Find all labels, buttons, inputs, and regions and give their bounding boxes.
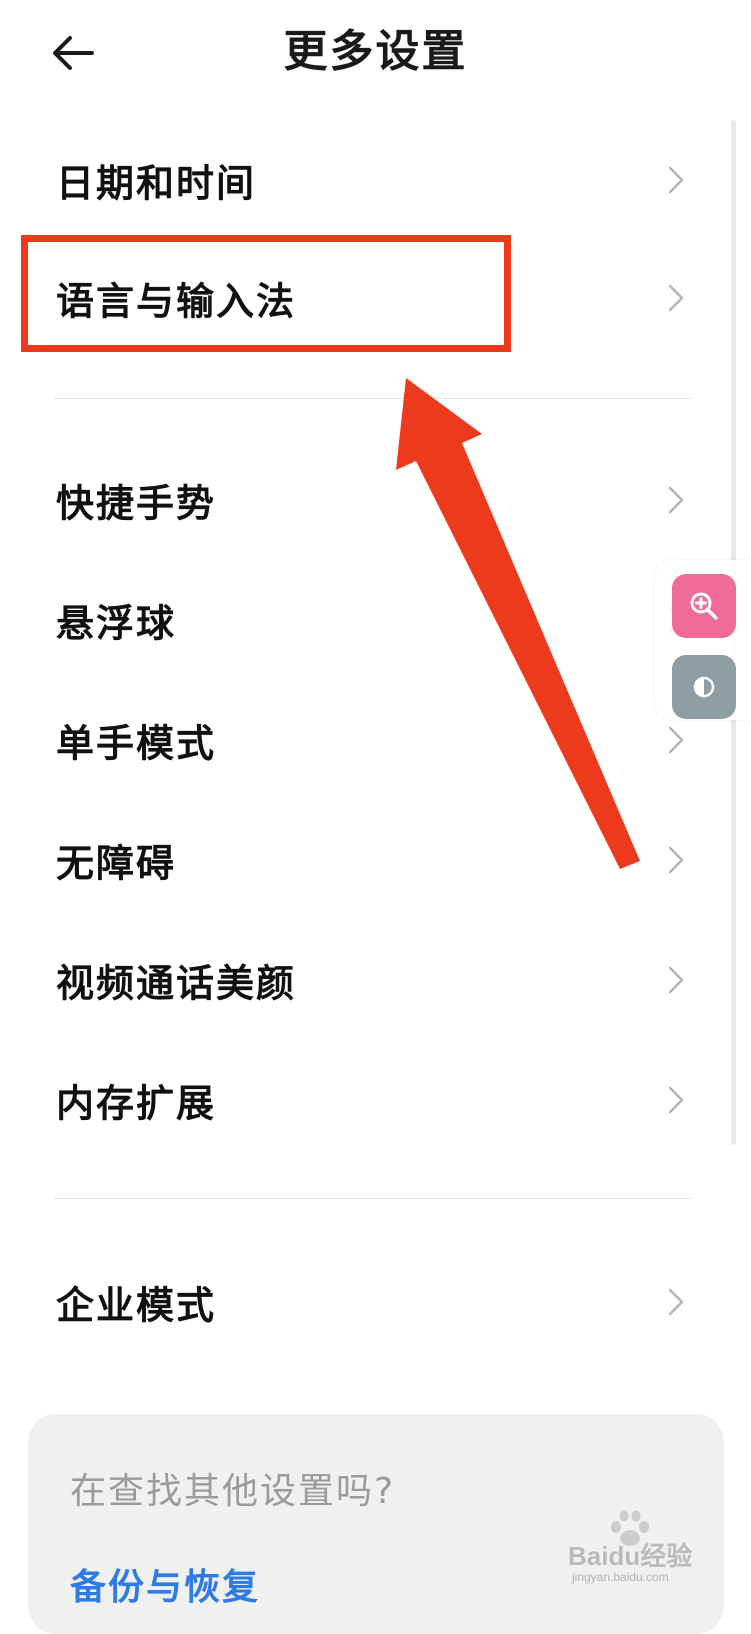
chevron-right-icon [668,846,684,874]
settings-item-label: 视频通话美颜 [56,961,297,1006]
chevron-right-icon [668,166,684,194]
settings-item-one-handed-mode[interactable]: 单手模式 [0,690,751,790]
settings-item-accessibility[interactable]: 无障碍 [0,810,751,910]
settings-item-label: 语言与输入法 [56,279,297,324]
chevron-right-icon [668,1288,684,1316]
settings-item-language-input[interactable]: 语言与输入法 [0,248,751,348]
contrast-icon [693,676,715,698]
page-title: 更多设置 [283,26,468,77]
chevron-right-icon [668,486,684,514]
chevron-right-icon [668,1086,684,1114]
settings-item-memory-extension[interactable]: 内存扩展 [0,1050,751,1150]
chevron-right-icon [668,726,684,754]
settings-item-label: 快捷手势 [56,481,217,526]
settings-item-shortcut-gestures[interactable]: 快捷手势 [0,450,751,550]
zoom-in-icon [690,592,718,620]
annotation-arrow [396,378,640,869]
settings-item-label: 企业模式 [56,1283,217,1328]
section-divider [54,398,692,399]
zoom-button[interactable] [672,574,736,638]
settings-item-floating-ball[interactable]: 悬浮球 [0,570,751,670]
settings-item-label: 日期和时间 [56,161,257,206]
suggestion-title: 在查找其他设置吗? [70,1471,396,1512]
settings-item-date-time[interactable]: 日期和时间 [0,130,751,230]
settings-item-enterprise-mode[interactable]: 企业模式 [0,1252,751,1352]
settings-item-label: 单手模式 [56,721,217,766]
section-divider [54,1198,692,1199]
contrast-button[interactable] [672,655,736,719]
chevron-right-icon [668,284,684,312]
settings-item-video-call-beauty[interactable]: 视频通话美颜 [0,930,751,1030]
backup-restore-link[interactable]: 备份与恢复 [70,1558,260,1610]
settings-item-label: 无障碍 [56,841,177,886]
header: 更多设置 [0,0,751,110]
settings-item-label: 内存扩展 [56,1081,217,1126]
chevron-right-icon [668,966,684,994]
settings-item-label: 悬浮球 [56,601,177,646]
